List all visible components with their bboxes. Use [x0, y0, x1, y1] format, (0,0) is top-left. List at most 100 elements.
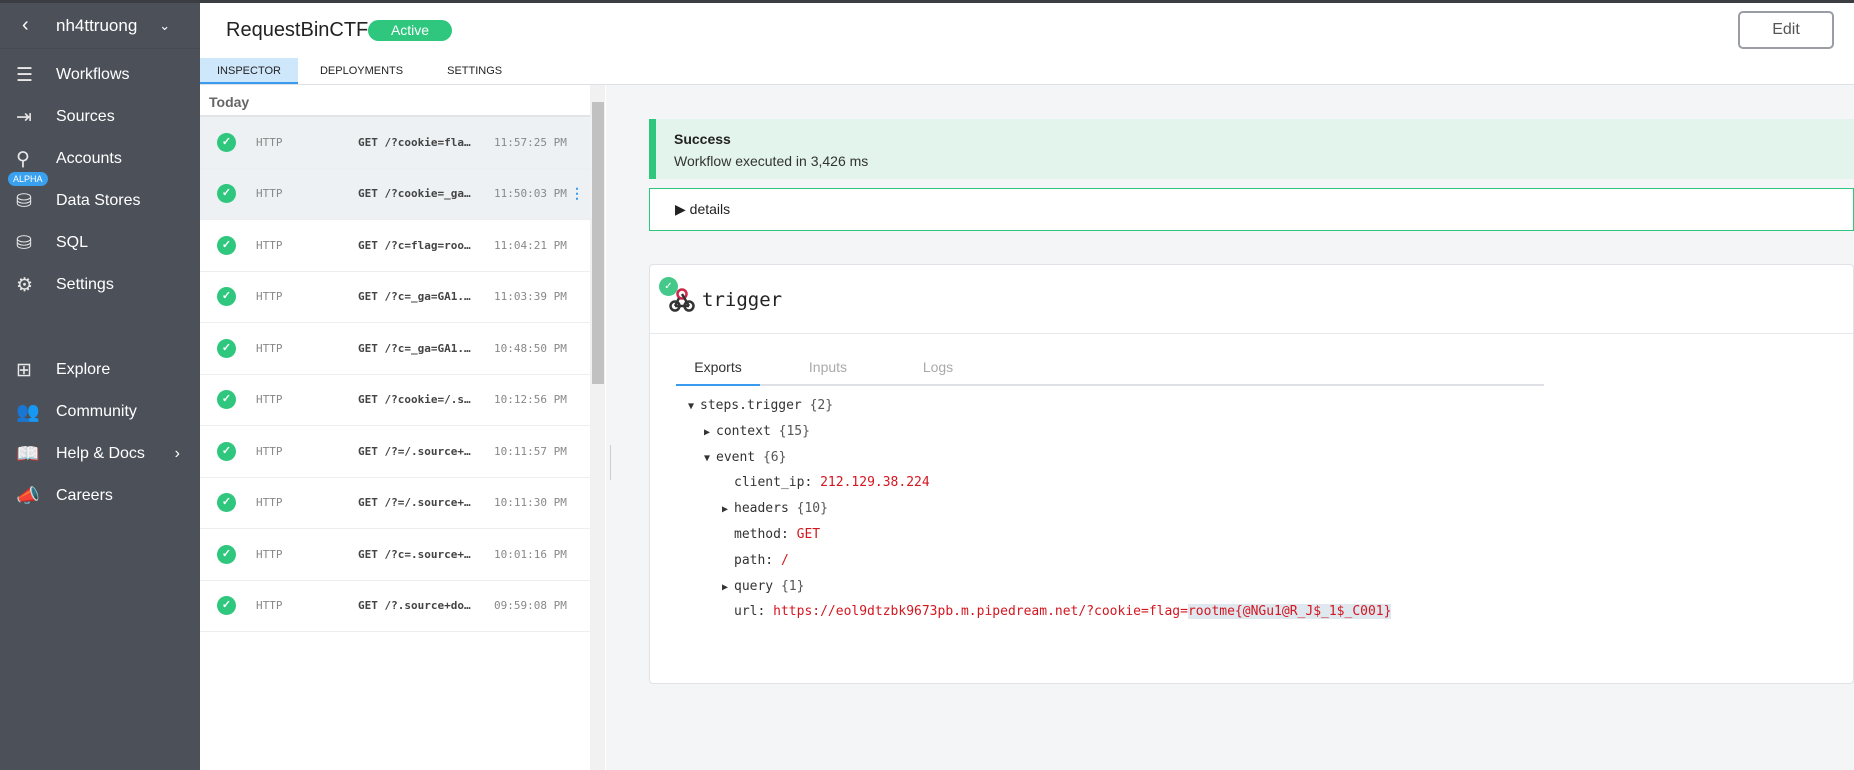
sidebar-item-label: Sources — [56, 108, 115, 125]
event-protocol: HTTP — [256, 135, 283, 149]
tree-node-headers[interactable]: ▶ headers {10} — [688, 501, 1391, 527]
event-time: 11:50:03 PM — [494, 187, 567, 201]
account-switcher[interactable]: ‹ nh4ttruong ⌄ — [0, 3, 200, 49]
step-card: ✓ trigger Exports Inputs Logs ▼ steps.tri… — [649, 264, 1854, 684]
event-row[interactable]: ✓ HTTP GET /?c=.source+… 10:01:16 PM — [200, 529, 590, 581]
event-protocol: HTTP — [256, 341, 283, 355]
gear-icon: ⚙ — [16, 274, 34, 296]
resize-handle[interactable] — [610, 445, 611, 480]
selected-text: rootme{@NGu1@R_J$_1$_C001} — [1187, 604, 1392, 620]
key-icon: ⚲ — [16, 148, 30, 170]
event-protocol: HTTP — [256, 238, 283, 252]
success-check-icon: ✓ — [217, 338, 236, 358]
caret-right-icon: ▶ — [704, 426, 711, 438]
scrollbar-thumb[interactable] — [592, 102, 604, 384]
event-request: GET /?cookie=/.s… — [358, 393, 471, 407]
tab-settings[interactable]: SETTINGS — [425, 58, 524, 84]
event-time: 11:03:39 PM — [494, 290, 567, 304]
alpha-badge: ALPHA — [8, 172, 48, 186]
success-message: Workflow executed in 3,426 ms — [674, 153, 869, 169]
event-list: Today ✓ HTTP GET /?cookie=fla… 11:57:25 … — [200, 85, 605, 770]
event-request: GET /?c=_ga=GA1.… — [358, 290, 471, 304]
account-name: nh4ttruong — [56, 15, 138, 35]
tree-leaf-client-ip: client_ip: 212.129.38.224 — [734, 475, 930, 491]
sidebar-item-label: Settings — [56, 276, 114, 293]
tree-leaf-method: method: GET — [734, 526, 821, 542]
more-options-icon[interactable]: ⋮ — [570, 185, 584, 202]
book-icon: 📖 — [16, 444, 40, 465]
chevron-down-icon[interactable]: ⌄ — [159, 18, 170, 34]
success-check-icon: ✓ — [217, 132, 236, 152]
caret-right-icon: ▶ — [675, 201, 690, 217]
event-row[interactable]: ✓ HTTP GET /?=/.source+… 10:11:57 PM — [200, 426, 590, 478]
event-time: 11:04:21 PM — [494, 238, 567, 252]
event-protocol: HTTP — [256, 393, 283, 407]
back-icon[interactable]: ‹ — [22, 14, 56, 37]
workflows-icon: ☰ — [16, 64, 34, 86]
status-badge: Active — [368, 20, 452, 41]
step-header[interactable]: ✓ trigger — [650, 265, 1853, 334]
event-row[interactable]: ✓ HTTP GET /?cookie=/.s… 10:12:56 PM — [200, 375, 590, 426]
event-protocol: HTTP — [256, 599, 283, 613]
sidebar-item-explore[interactable]: ⊞ Explore — [0, 350, 200, 390]
tree-node-event[interactable]: ▼ event {6} — [688, 450, 1391, 476]
event-time: 10:11:30 PM — [494, 496, 567, 510]
sidebar-item-label: Careers — [56, 487, 113, 504]
tab-bar: INSPECTOR DEPLOYMENTS SETTINGS — [200, 58, 1854, 85]
event-row[interactable]: ✓ HTTP GET /?.source+do… 09:59:08 PM — [200, 581, 590, 632]
sidebar-item-sources[interactable]: ⇥ Sources — [0, 97, 200, 137]
sidebar-item-settings[interactable]: ⚙ Settings — [0, 265, 200, 305]
event-request: GET /?=/.source+… — [358, 444, 471, 458]
details-toggle[interactable]: ▶ details — [649, 188, 1854, 231]
event-time: 09:59:08 PM — [494, 599, 567, 613]
sidebar-item-workflows[interactable]: ☰ Workflows — [0, 55, 200, 95]
tab-logs[interactable]: Logs — [896, 359, 980, 384]
edit-button[interactable]: Edit — [1738, 11, 1834, 49]
success-check-icon: ✓ — [217, 184, 236, 204]
tab-exports[interactable]: Exports — [676, 359, 760, 386]
tree-node-context[interactable]: ▶ context {15} — [688, 424, 1391, 450]
sidebar-item-label: Data Stores — [56, 192, 141, 209]
sql-icon: ⛁ — [16, 232, 32, 254]
tab-inspector[interactable]: INSPECTOR — [200, 58, 298, 84]
grid-icon: ⊞ — [16, 359, 32, 381]
success-check-icon: ✓ — [217, 596, 236, 616]
group-header: Today — [200, 85, 604, 117]
database-icon: ⛁ — [16, 190, 32, 212]
sidebar-item-community[interactable]: 👥 Community — [0, 392, 200, 432]
success-check-icon: ✓ — [217, 390, 236, 410]
sidebar-item-careers[interactable]: 📣 Careers — [0, 476, 200, 516]
caret-down-icon: ▼ — [704, 452, 711, 464]
tree-node-root[interactable]: ▼ steps.trigger {2} — [688, 398, 1391, 424]
sidebar-item-sql[interactable]: ⛁ SQL — [0, 223, 200, 263]
event-request: GET /?.source+do… — [358, 599, 471, 613]
event-time: 10:01:16 PM — [494, 547, 567, 561]
event-protocol: HTTP — [256, 547, 283, 561]
tree-node-query[interactable]: ▶ query {1} — [688, 579, 1391, 605]
step-name: trigger — [702, 289, 783, 311]
event-time: 10:11:57 PM — [494, 444, 567, 458]
megaphone-icon: 📣 — [16, 486, 40, 507]
sidebar-item-label: Explore — [56, 361, 111, 378]
tab-deployments[interactable]: DEPLOYMENTS — [298, 58, 425, 84]
event-row[interactable]: ✓ HTTP GET /?=/.source+… 10:11:30 PM — [200, 478, 590, 529]
tab-inputs[interactable]: Inputs — [786, 359, 870, 384]
sidebar: ‹ nh4ttruong ⌄ ☰ Workflows ⇥ Sources ⚲ Acco… — [0, 3, 200, 770]
exports-tree: ▼ steps.trigger {2} ▶ context {15} ▼ event … — [688, 398, 1392, 630]
success-check-icon: ✓ — [217, 287, 236, 307]
caret-right-icon: ▶ — [722, 504, 729, 516]
sidebar-item-label: Accounts — [56, 150, 122, 167]
event-request: GET /?c=flag=roo… — [358, 238, 471, 252]
event-row[interactable]: ✓ HTTP GET /?c=_ga=GA1.… 11:03:39 PM — [200, 272, 590, 323]
event-request: GET /?cookie=fla… — [358, 135, 471, 149]
event-row[interactable]: ✓ HTTP GET /?cookie=fla… 11:57:25 PM — [200, 117, 590, 169]
sidebar-item-help-docs[interactable]: 📖 Help & Docs › — [0, 434, 200, 474]
event-row[interactable]: ✓ HTTP GET /?c=flag=roo… 11:04:21 PM — [200, 220, 590, 272]
workflow-header: RequestBinCTF Active Edit — [200, 3, 1854, 58]
event-time: 10:12:56 PM — [494, 393, 567, 407]
event-row[interactable]: ✓ HTTP GET /?cookie=_ga… 11:50:03 PM ⋮ — [200, 168, 590, 220]
event-request: GET /?cookie=_ga… — [358, 187, 471, 201]
event-row[interactable]: ✓ HTTP GET /?c=_ga=GA1.… 10:48:50 PM — [200, 323, 590, 375]
event-request: GET /?c=_ga=GA1.… — [358, 341, 471, 355]
sidebar-item-data-stores[interactable]: ALPHA ⛁ Data Stores — [0, 172, 200, 221]
